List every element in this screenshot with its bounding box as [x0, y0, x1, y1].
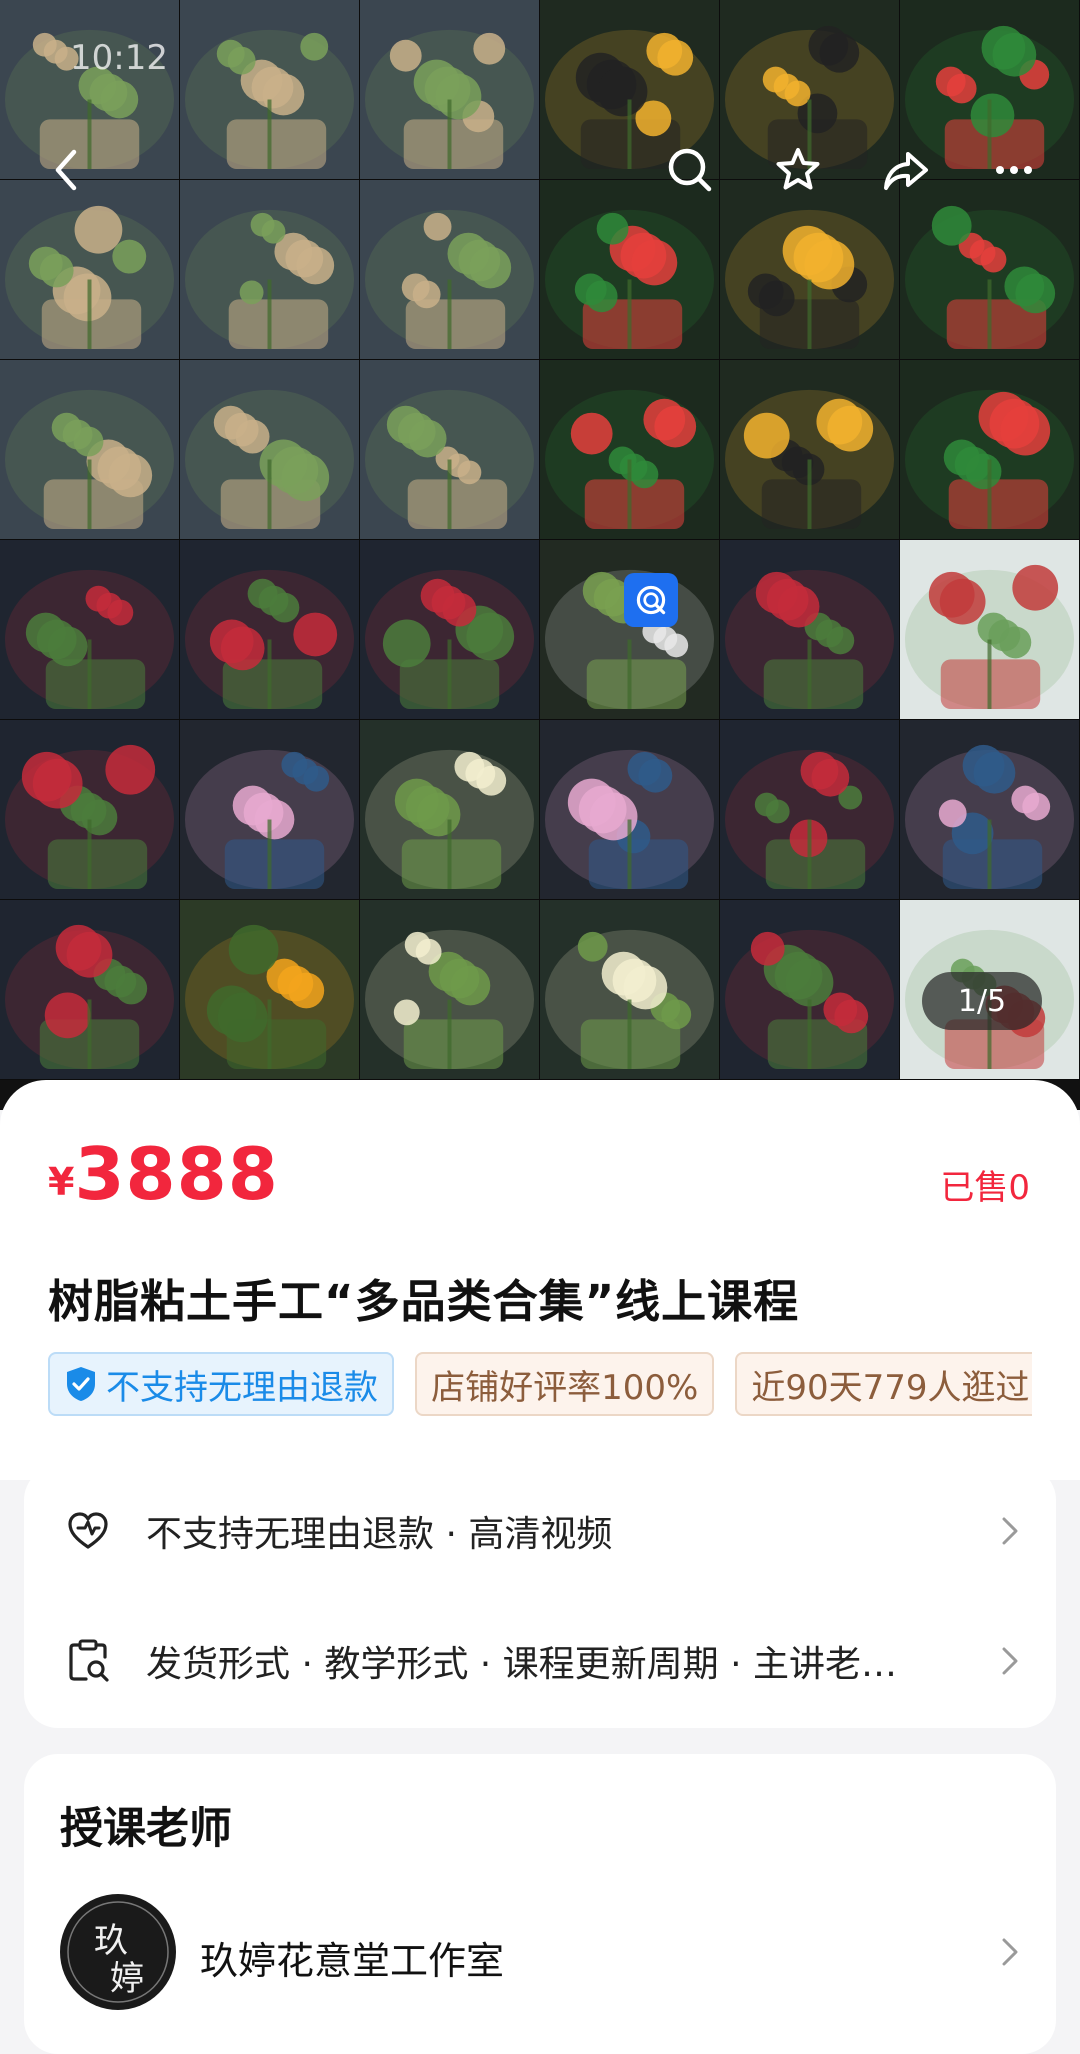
gallery-tile-cone-cake — [720, 360, 900, 540]
service-row[interactable]: 不支持无理由退款 · 高清视频 — [24, 1466, 1056, 1596]
share-icon — [884, 152, 928, 190]
gallery-page-indicator: 1/5 — [922, 972, 1042, 1030]
gallery-tile-watermelon-slice — [900, 360, 1080, 540]
avatar-char-2: 婷 — [110, 1959, 144, 1999]
chevron-right-icon — [1002, 1517, 1018, 1545]
product-tags[interactable]: 不支持无理由退款 店铺好评率100% 近90天779人逛过 — [48, 1352, 1032, 1416]
sold-count: 已售0 — [940, 1168, 1030, 1208]
lens-badge-icon[interactable] — [624, 573, 678, 627]
star-icon — [776, 148, 820, 190]
gallery-tile-lotus — [900, 720, 1080, 900]
tag-label: 近90天779人逛过 — [751, 1367, 1030, 1408]
top-nav-bar — [0, 130, 1080, 220]
shield-check-icon — [67, 1367, 95, 1401]
gallery-tile-red-branch-vase — [720, 540, 900, 720]
back-button[interactable] — [28, 130, 108, 210]
share-button[interactable] — [866, 130, 946, 210]
gallery-tile-watermelon-doll — [540, 360, 720, 540]
gallery-tile-pink-blossom — [540, 720, 720, 900]
tag-label: 店铺好评率100% — [431, 1367, 699, 1408]
gallery-tile-lily — [540, 900, 720, 1080]
gallery-tile-red-branch — [0, 540, 180, 720]
params-row-text: 发货形式 · 教学形式 · 课程更新周期 · 主讲老… — [146, 1644, 897, 1685]
service-info-card: 不支持无理由退款 · 高清视频 发货形式 · 教学形式 · 课程更新周期 · 主… — [24, 1466, 1056, 1728]
chevron-right-icon — [1002, 1647, 1018, 1675]
teacher-card: 授课老师 玖 婷 玖婷花意堂工作室 — [24, 1754, 1056, 2054]
search-icon — [668, 148, 712, 192]
teacher-section-title: 授课老师 — [60, 1804, 232, 1854]
tag-recent-visitors[interactable]: 近90天779人逛过 — [735, 1352, 1032, 1416]
avatar-char-1: 玖 — [94, 1921, 128, 1961]
price-value: 3888 — [74, 1132, 279, 1216]
teacher-name[interactable]: 玖婷花意堂工作室 — [200, 1930, 504, 1985]
price-currency: ¥ — [48, 1160, 75, 1204]
gallery-tile-sunflower — [180, 900, 360, 1080]
tag-no-return[interactable]: 不支持无理由退款 — [48, 1352, 394, 1416]
tag-label: 不支持无理由退款 — [106, 1367, 378, 1408]
teacher-avatar[interactable]: 玖 婷 — [60, 1894, 176, 2010]
gallery-tile-dahlia — [180, 540, 360, 720]
product-price: ¥3888 — [48, 1132, 279, 1216]
product-title: 树脂粘土手工“多品类合集”线上课程 — [48, 1275, 800, 1328]
gallery-tile-plum-bonsai — [720, 900, 900, 1080]
product-info-card: ¥3888 已售0 树脂粘土手工“多品类合集”线上课程 不支持无理由退款 店铺好… — [0, 1080, 1080, 1480]
gallery-tile-red-peony — [360, 540, 540, 720]
clipboard-search-icon — [69, 1639, 109, 1682]
status-bar-time: 10:12 — [70, 38, 168, 78]
more-icon — [996, 166, 1032, 174]
more-button[interactable] — [974, 130, 1054, 210]
gallery-tile-rose — [720, 720, 900, 900]
gallery-tile-dandelion — [540, 540, 720, 720]
heart-shield-icon — [68, 1512, 108, 1549]
favorite-button[interactable] — [758, 130, 838, 210]
gallery-tile-orchid — [360, 900, 540, 1080]
gallery-tile-hydrangea — [0, 720, 180, 900]
tag-shop-rating[interactable]: 店铺好评率100% — [415, 1352, 715, 1416]
service-row-text: 不支持无理由退款 · 高清视频 — [146, 1514, 613, 1555]
chevron-right-icon — [1002, 1938, 1018, 1966]
gallery-tile-tulip — [0, 900, 180, 1080]
gallery-tile-magnolia-vase — [180, 720, 360, 900]
search-button[interactable] — [650, 130, 730, 210]
params-row[interactable]: 发货形式 · 教学形式 · 课程更新周期 · 主讲老… — [24, 1596, 1056, 1726]
gallery-tile-pink-succulent — [360, 360, 540, 540]
back-icon — [55, 149, 77, 191]
gallery-tile-daisy — [360, 720, 540, 900]
gallery-tile-green-succulent — [180, 360, 360, 540]
gallery-tile-peach-succulent — [0, 360, 180, 540]
gallery-tile-strawberry-plant — [900, 540, 1080, 720]
